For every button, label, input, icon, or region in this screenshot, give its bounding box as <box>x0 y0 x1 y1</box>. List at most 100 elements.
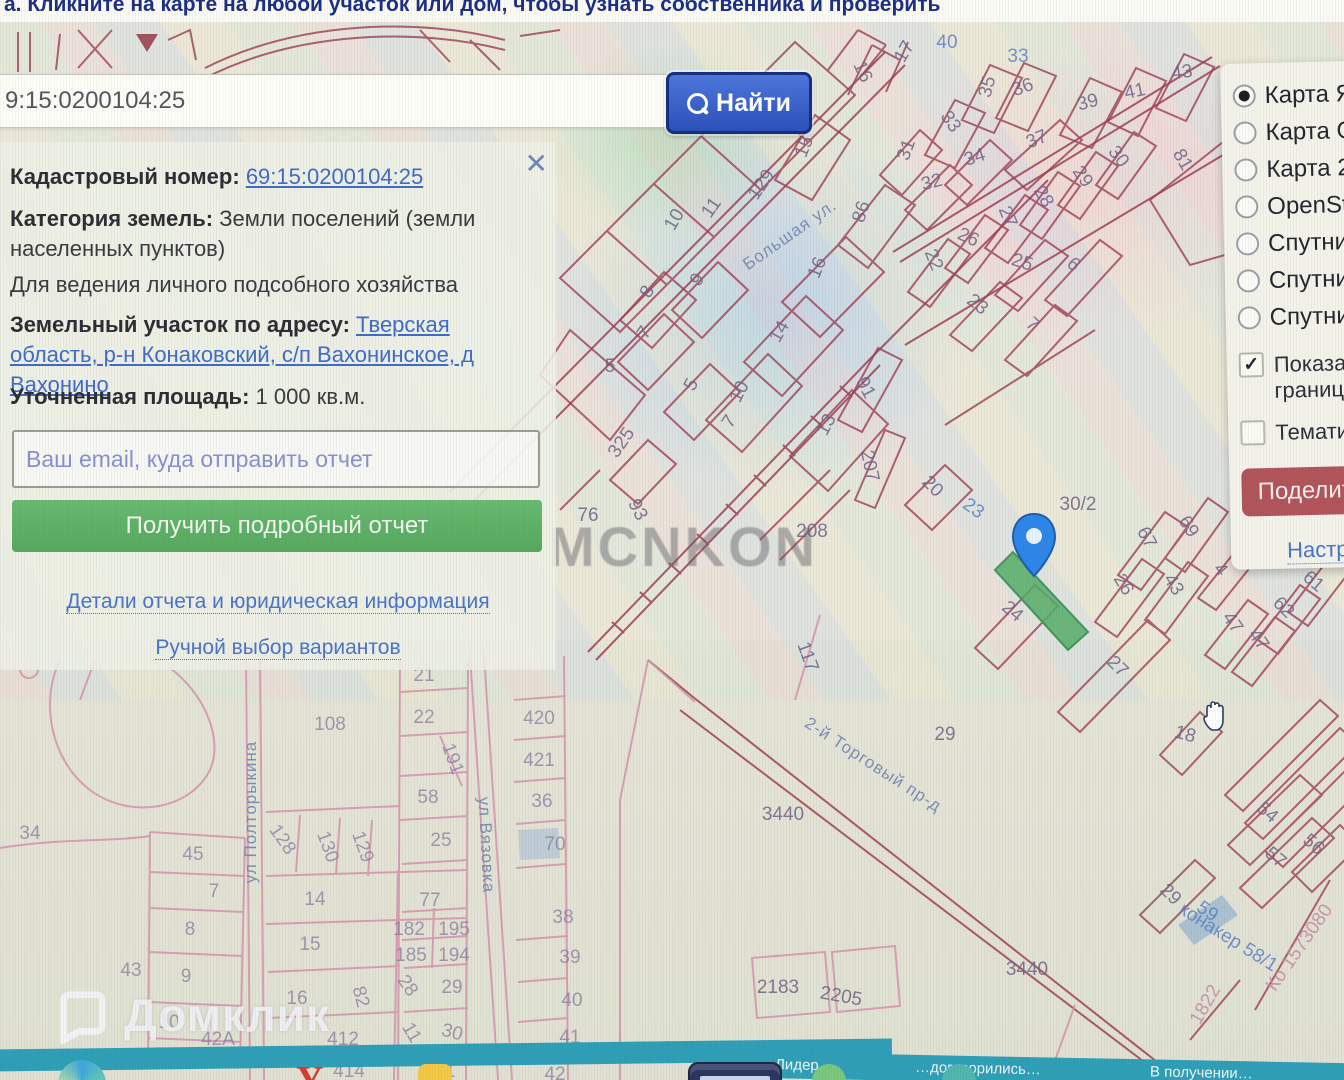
parcel-number: 25 <box>1008 249 1036 276</box>
parcel-number: 7 <box>1021 313 1044 336</box>
layer-option-6[interactable]: Спутни <box>1236 258 1344 299</box>
parcel-number: 130 <box>312 828 343 866</box>
parcel-number: 18 <box>1172 721 1199 748</box>
checkbox-icon[interactable] <box>1240 420 1266 446</box>
layer-options: Карта Я Карта G Карта 2 OpenSt Спутни Спутни С… <box>1232 73 1344 336</box>
map-layers-panel: Карта Я Карта G Карта 2 OpenSt Спутни Спутни С… <box>1220 59 1344 570</box>
layer-checkbox-1[interactable]: ✓ Показать границы <box>1238 348 1344 404</box>
layer-option-1[interactable]: Карта Я <box>1232 73 1344 114</box>
parcel-number: 82 <box>347 983 374 1010</box>
layer-option-label: Карта G <box>1265 116 1344 146</box>
parcel-number: 33 <box>1007 46 1029 67</box>
radio-icon[interactable] <box>1237 306 1262 330</box>
parcel-number: 40 <box>936 32 958 53</box>
checkbox-icon[interactable]: ✓ <box>1238 352 1265 378</box>
parcel-number: 108 <box>314 714 346 735</box>
watermark: MCNKON <box>548 515 818 578</box>
cadastral-search-input[interactable] <box>0 74 670 128</box>
parcel-number: 14 <box>765 317 794 347</box>
parcel-number: 26 <box>1108 570 1138 600</box>
parcel-number: 29 <box>934 724 956 745</box>
parcel-number: 38 <box>552 907 574 928</box>
parcel-number: 39 <box>1074 89 1101 116</box>
parcel-number: 2205 <box>818 982 864 1011</box>
parcel-number: 36 <box>531 791 553 812</box>
screen: 17 40 16 33 35 36 39 41 43 33 37 34 31 32 28 29 30 81 26 27… <box>0 0 1344 1080</box>
parcel-number: 28 <box>1029 182 1058 212</box>
layer-option-7[interactable]: Спутни <box>1237 295 1344 336</box>
layer-checkboxes: ✓ Показать границы Тематиче <box>1238 348 1344 446</box>
parcel-number: 22 <box>413 707 435 728</box>
y-icon[interactable]: Y <box>296 1058 323 1080</box>
parcel-number: 129 <box>743 165 780 204</box>
parcel-number: 40 <box>561 990 583 1011</box>
parcel-number: 26 <box>954 223 983 252</box>
top-header: а. Кликните на карте на любой участок ил… <box>0 0 1344 22</box>
radio-icon[interactable] <box>1236 269 1261 293</box>
parcel-number: 421 <box>523 750 555 771</box>
search-icon <box>687 92 709 114</box>
layer-checkbox-2[interactable]: Тематиче <box>1240 416 1344 446</box>
usage-value: Для ведения личного подсобного хозяйства <box>10 272 458 297</box>
parcel-number: 17 <box>890 37 919 67</box>
layer-option-label: Спутни <box>1268 264 1344 294</box>
parcel-number: 16 <box>848 57 877 86</box>
share-button[interactable]: Поделить <box>1241 465 1344 517</box>
parcel-number: 1822 <box>1185 981 1226 1029</box>
parcel-number: 8 <box>184 919 196 940</box>
find-button-label: Найти <box>716 88 791 117</box>
parcel-number: 23 <box>962 289 993 320</box>
parcel-number: 24 <box>997 596 1028 627</box>
cadastral-number-link[interactable]: 69:15:0200104:25 <box>246 164 423 189</box>
parcel-number: 3440 <box>761 804 805 825</box>
parcel-number: 22 <box>919 246 948 274</box>
layer-option-4[interactable]: OpenSt <box>1234 184 1344 225</box>
parcel-number: 30/2 <box>1059 494 1097 515</box>
layer-option-3[interactable]: Карта 2 <box>1234 147 1344 188</box>
street-label: ул Полторыкина <box>241 740 260 884</box>
parcel-number: 185 <box>395 945 427 966</box>
report-details-link[interactable]: Детали отчета и юридическая информация <box>66 590 490 614</box>
parcel-number: 20 <box>917 471 948 502</box>
parcel-number: 3440 <box>1005 959 1049 980</box>
parcel-number: 43 <box>1158 570 1188 600</box>
radio-icon[interactable] <box>1235 232 1260 256</box>
parcel-number: 7 <box>717 411 742 433</box>
parcel-number: 16 <box>803 254 832 282</box>
find-button[interactable]: Найти <box>666 72 812 134</box>
map-pin-icon <box>1010 512 1058 583</box>
green-app-icon[interactable] <box>812 1064 846 1080</box>
keyboard-icon[interactable] <box>688 1062 782 1080</box>
parcel-number: 29 <box>1067 162 1098 192</box>
radio-icon[interactable] <box>1233 121 1257 145</box>
checkbox-label: Показать границы <box>1273 349 1344 403</box>
radio-icon[interactable] <box>1232 84 1256 108</box>
parcel-number: 57 <box>1260 842 1291 873</box>
parcel-number: 13 <box>812 410 841 440</box>
parcel-number: 14 <box>304 889 326 910</box>
parcel-number: 58 <box>417 787 439 808</box>
layer-option-5[interactable]: Спутни <box>1235 221 1344 262</box>
parcel-number: 70 <box>544 834 566 855</box>
radio-icon[interactable] <box>1234 158 1258 182</box>
browser-icon[interactable] <box>58 1060 106 1080</box>
layer-option-2[interactable]: Карта G <box>1233 110 1344 151</box>
parcel-number: 5 <box>604 356 616 377</box>
header-text: а. Кликните на карте на любой участок ил… <box>4 0 941 16</box>
parcel-number: 207 <box>855 448 884 484</box>
teal-app-icon[interactable] <box>942 1064 976 1080</box>
get-report-button[interactable]: Получить подробный отчет <box>12 500 542 552</box>
email-input[interactable] <box>12 430 540 488</box>
layer-option-label: Спутни <box>1269 301 1344 331</box>
manual-select-link[interactable]: Ручной выбор вариантов <box>155 636 401 660</box>
parcel-number: 54 <box>1252 797 1283 828</box>
parcel-number: 45 <box>182 844 204 865</box>
parcel-number: 9 <box>180 966 192 987</box>
radio-icon[interactable] <box>1234 195 1259 219</box>
category-row: Категория земель: Земли поселений (земли… <box>10 204 540 264</box>
settings-link[interactable]: Настро <box>1286 535 1344 565</box>
area-row: Уточненная площадь: 1 000 кв.м. <box>10 382 540 412</box>
parcel-number: конакер 58/1 <box>1175 898 1282 977</box>
yellow-app-icon[interactable] <box>418 1064 452 1080</box>
parcel-number: 41 <box>1122 79 1148 104</box>
